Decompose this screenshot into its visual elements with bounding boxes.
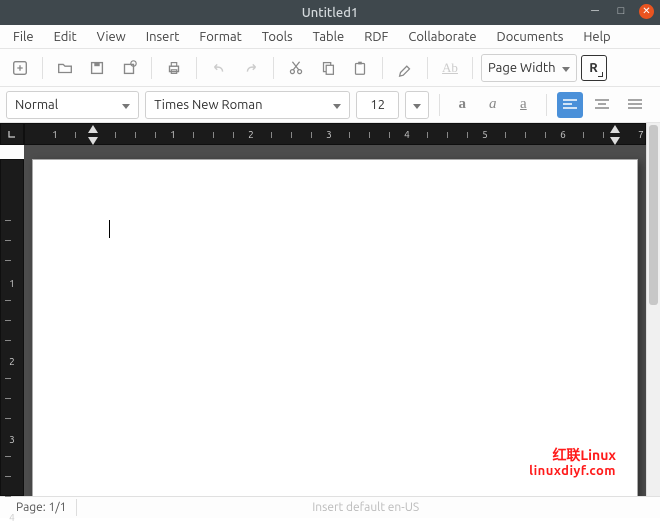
font-size-input[interactable]: 12 <box>356 91 399 119</box>
print-button[interactable] <box>160 54 188 82</box>
bold-button[interactable]: a <box>450 92 475 118</box>
page[interactable] <box>32 159 638 496</box>
align-left-icon <box>562 98 578 112</box>
menu-insert[interactable]: Insert <box>137 27 189 47</box>
vertical-scrollbar[interactable] <box>646 123 660 496</box>
vruler-tick: 3 <box>1 434 23 445</box>
paragraph-style-select[interactable]: Normal <box>6 91 139 119</box>
align-left-button[interactable] <box>557 92 583 118</box>
align-center-button[interactable] <box>589 92 615 118</box>
vruler-tick: 1 <box>1 278 23 289</box>
hruler-tick: 2 <box>248 129 254 140</box>
hruler-tick: 5 <box>482 129 488 140</box>
redo-icon <box>242 59 260 77</box>
hruler-tick: 7 <box>638 129 644 140</box>
save-button[interactable] <box>83 54 111 82</box>
paragraph-style-value: Normal <box>15 98 58 112</box>
title-bar: Untitled1 ─ □ ✕ <box>0 0 660 25</box>
menu-edit[interactable]: Edit <box>45 27 86 47</box>
close-button[interactable]: ✕ <box>639 4 654 19</box>
hruler-tick: 3 <box>326 129 332 140</box>
main-toolbar: Ab Page Width R <box>0 49 660 87</box>
right-indent-marker[interactable] <box>610 137 620 145</box>
maximize-button[interactable]: □ <box>613 3 629 19</box>
hruler-tick: 4 <box>404 129 410 140</box>
font-size-dropdown[interactable] <box>405 91 429 119</box>
chevron-down-icon <box>562 61 570 75</box>
menu-rdf[interactable]: RDF <box>355 27 397 47</box>
cut-button[interactable] <box>282 54 310 82</box>
spellcheck-icon: Ab <box>442 60 458 76</box>
right-indent-marker-top[interactable] <box>610 125 620 133</box>
menu-view[interactable]: View <box>88 27 135 47</box>
cut-icon <box>287 59 305 77</box>
scrollbar-thumb[interactable] <box>649 125 658 305</box>
open-icon <box>56 59 74 77</box>
chevron-down-icon <box>333 98 341 112</box>
hruler-tick: 1 <box>170 129 176 140</box>
paste-icon <box>351 59 369 77</box>
chevron-down-icon <box>122 98 130 112</box>
format-painter-button[interactable] <box>391 54 419 82</box>
brush-icon <box>396 59 414 77</box>
status-middle: Insert default en-US <box>77 501 654 514</box>
save-as-button[interactable] <box>115 54 143 82</box>
menu-help[interactable]: Help <box>574 27 619 47</box>
document-area[interactable]: 红联Linux linuxdiyf.com <box>24 145 646 496</box>
copy-icon <box>319 59 337 77</box>
print-icon <box>165 59 183 77</box>
new-doc-button[interactable] <box>6 54 34 82</box>
export-icon <box>120 59 138 77</box>
workspace: 1 2 3 4 1 1 2 3 4 5 6 7 <box>0 123 660 496</box>
menu-collaborate[interactable]: Collaborate <box>399 27 485 47</box>
font-family-select[interactable]: Times New Roman <box>145 91 350 119</box>
window-title: Untitled1 <box>302 6 358 20</box>
vertical-ruler[interactable]: 1 2 3 4 <box>0 159 24 496</box>
open-button[interactable] <box>51 54 79 82</box>
align-center-icon <box>594 98 610 112</box>
underline-button[interactable]: a <box>511 92 536 118</box>
paste-button[interactable] <box>346 54 374 82</box>
italic-button[interactable]: a <box>481 92 506 118</box>
align-right-icon <box>627 98 643 112</box>
tab-stop-icon <box>7 129 17 139</box>
save-icon <box>88 59 106 77</box>
paragraph-symbol: R <box>589 61 598 75</box>
vruler-tick: 2 <box>1 356 23 367</box>
chevron-down-icon <box>413 98 421 112</box>
redo-button[interactable] <box>237 54 265 82</box>
format-toolbar: Normal Times New Roman 12 a a a <box>0 87 660 123</box>
menu-bar: File Edit View Insert Format Tools Table… <box>0 25 660 49</box>
text-cursor <box>109 220 110 238</box>
undo-button[interactable] <box>205 54 233 82</box>
zoom-select[interactable]: Page Width <box>481 54 577 82</box>
zoom-label: Page Width <box>488 61 556 75</box>
spellcheck-button[interactable]: Ab <box>436 54 464 82</box>
undo-icon <box>210 59 228 77</box>
first-line-indent-marker[interactable] <box>88 125 98 133</box>
menu-tools[interactable]: Tools <box>253 27 302 47</box>
new-doc-icon <box>11 59 29 77</box>
left-indent-marker[interactable] <box>88 137 98 145</box>
font-size-value: 12 <box>370 98 385 112</box>
align-right-button[interactable] <box>622 92 648 118</box>
menu-documents[interactable]: Documents <box>488 27 573 47</box>
copy-button[interactable] <box>314 54 342 82</box>
menu-table[interactable]: Table <box>304 27 354 47</box>
font-family-value: Times New Roman <box>154 98 262 112</box>
paragraph-marks-button[interactable]: R <box>581 55 607 81</box>
menu-format[interactable]: Format <box>190 27 250 47</box>
hruler-tick: 6 <box>560 129 566 140</box>
menu-file[interactable]: File <box>4 27 43 47</box>
ruler-corner[interactable] <box>0 123 24 145</box>
horizontal-ruler[interactable]: 1 1 2 3 4 5 6 7 <box>24 123 646 145</box>
status-bar: Page: 1/1 Insert default en-US <box>0 496 660 518</box>
minimize-button[interactable]: ─ <box>587 3 603 19</box>
hruler-tick: 1 <box>52 129 58 140</box>
